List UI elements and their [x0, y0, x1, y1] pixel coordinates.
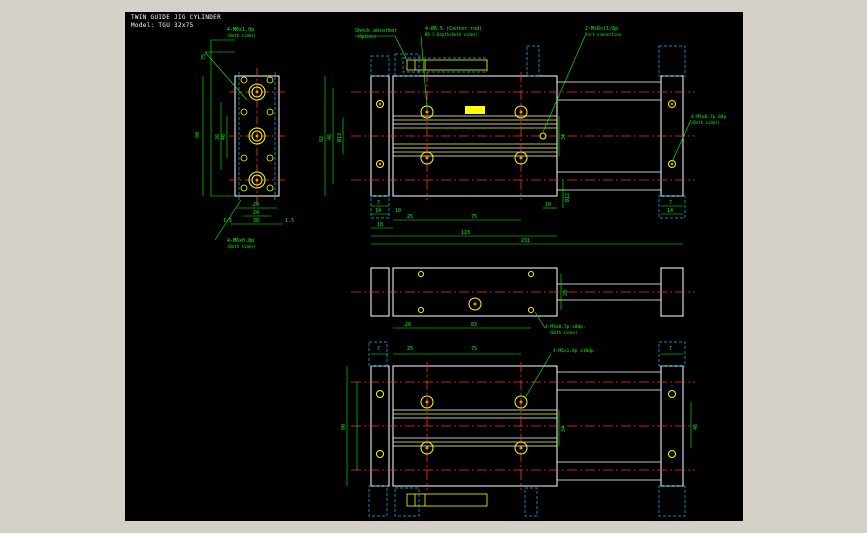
dim-bottom-90: 90 [341, 424, 347, 430]
dim-front-10a: 10 [395, 208, 401, 214]
callout-center-rod-note: Ø9.5 Depth(Both sides) [425, 32, 478, 37]
dim-side-20: 20 [253, 202, 259, 208]
dim-front-18: 18 [377, 222, 383, 228]
callout-port-note: Port connection [585, 32, 622, 37]
drawing-svg: 75 90 36 46 20 24 38 1.5 1.5 4-M6x1.0p (… [195, 25, 727, 517]
callout-m6-bottom: 4-M6x1.0p x10dp. [553, 348, 596, 354]
dim-bottom-46: 46 [693, 424, 699, 430]
dim-side-90: 90 [195, 132, 201, 138]
dim-bottom-25: 25 [407, 346, 413, 352]
callout-center-rod: 4-Ø6.5 (Center rod) [425, 25, 482, 32]
callout-m6x08-note: (Both sides) [227, 244, 256, 249]
cad-drawing-canvas[interactable]: TWIN GUIDE JIG CYLINDER Model: TGU 32x75 [125, 12, 743, 521]
dim-front-7a: 7 [377, 200, 380, 206]
dim-front-10b: 10 [545, 202, 551, 208]
dim-bottom-75: 75 [471, 346, 477, 352]
dim-front-75: 75 [471, 214, 477, 220]
dim-front-14b: 14 [667, 208, 673, 214]
front-view: 92 46 Ø13 10 25 75 10 14 7 7 18 123 231 … [319, 25, 727, 245]
dim-bottom-7b: 7 [669, 346, 672, 352]
bottom-view: 7 25 75 7 90 34 46 4-M6x1.0p x10dp. [341, 341, 699, 517]
dim-front-123: 123 [461, 230, 470, 236]
dim-top-28: 28 [563, 290, 569, 296]
dim-front-34: 34 [561, 134, 567, 140]
top-view: 20 83 28 4-M4x0.7p x8dp. (Both sides) [351, 267, 695, 335]
dim-front-d12: Ø12 [564, 193, 571, 202]
dim-front-14: 14 [375, 208, 381, 214]
dim-side-46: 46 [221, 134, 227, 140]
callout-m4-top-note: (Both sides) [549, 330, 578, 335]
dim-top-83: 83 [471, 322, 477, 328]
dim-side-24: 24 [253, 210, 259, 216]
dim-front-231: 231 [521, 238, 530, 244]
dim-front-92: 92 [319, 136, 325, 142]
dim-front-d13: Ø13 [336, 133, 343, 142]
callout-m4-right-note: (Both sides) [691, 120, 720, 125]
dim-front-7b: 7 [669, 200, 672, 206]
dim-side-1-5-left: 1.5 [223, 218, 232, 224]
dim-front-46: 46 [327, 134, 333, 140]
dim-side-1-5-right: 1.5 [285, 218, 294, 224]
callout-shock-absorber-note: (Option) [357, 34, 376, 39]
dim-bottom-34: 34 [561, 426, 567, 432]
side-view: 75 90 36 46 20 24 38 1.5 1.5 4-M6x1.0p (… [195, 27, 294, 249]
dim-top-20: 20 [405, 322, 411, 328]
dim-bottom-7a: 7 [377, 346, 380, 352]
callout-m6x1-note: (Both sides) [227, 33, 256, 38]
dim-side-38: 38 [253, 218, 259, 224]
dim-front-25: 25 [407, 214, 413, 220]
dim-side-75: 75 [201, 54, 207, 60]
